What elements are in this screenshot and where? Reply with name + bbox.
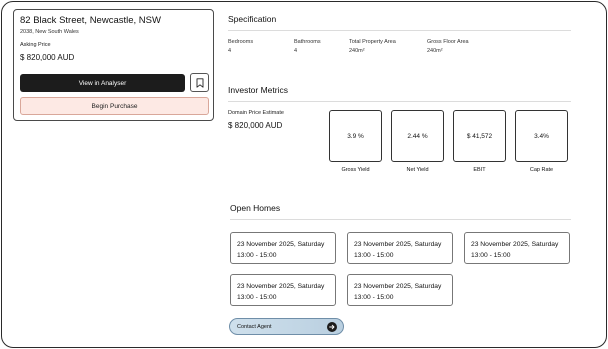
investor-metrics-title: Investor Metrics bbox=[228, 85, 288, 95]
spec-value-floor-area: 240m² bbox=[427, 48, 443, 54]
open-home-slot[interactable]: 23 November 2025, Saturday 13:00 - 15:00 bbox=[347, 274, 453, 306]
price-estimate-label: Domain Price Estimate bbox=[228, 110, 284, 116]
spec-label-total-area: Total Property Area bbox=[349, 39, 396, 45]
spec-value-total-area: 240m² bbox=[349, 48, 365, 54]
open-home-time: 13:00 - 15:00 bbox=[471, 252, 511, 259]
listing-suburb: 2038, New South Wales bbox=[20, 29, 79, 35]
spec-label-bedrooms: Bedrooms bbox=[228, 39, 254, 45]
listing-address: 82 Black Street, Newcastle, NSW bbox=[20, 15, 161, 26]
metric-ebit: $ 41,572 bbox=[453, 110, 506, 162]
open-home-date: 23 November 2025, Saturday bbox=[237, 283, 325, 290]
contact-agent-button[interactable]: Contact Agent bbox=[229, 318, 344, 335]
open-home-date: 23 November 2025, Saturday bbox=[237, 241, 325, 248]
open-home-time: 13:00 - 15:00 bbox=[354, 294, 394, 301]
open-home-slot[interactable]: 23 November 2025, Saturday 13:00 - 15:00 bbox=[230, 232, 336, 264]
open-home-time: 13:00 - 15:00 bbox=[237, 294, 277, 301]
metric-gross-yield: 3.9 % bbox=[329, 110, 382, 162]
investor-metrics-divider bbox=[228, 101, 571, 102]
metric-ebit-label: EBIT bbox=[473, 167, 486, 173]
spec-value-bathrooms: 4 bbox=[294, 48, 298, 54]
view-in-analyser-button[interactable]: View in Analyser bbox=[20, 74, 185, 92]
spec-label-bathrooms: Bathrooms bbox=[294, 39, 321, 45]
metric-net-yield: 2.44 % bbox=[391, 110, 444, 162]
listing-card: 82 Black Street, Newcastle, NSW 2038, Ne… bbox=[13, 9, 214, 121]
open-home-slot[interactable]: 23 November 2025, Saturday 13:00 - 15:00 bbox=[230, 274, 336, 306]
specification-title: Specification bbox=[228, 14, 277, 24]
bookmark-icon bbox=[196, 77, 203, 88]
metric-cap-rate: 3.4% bbox=[515, 110, 568, 162]
price-estimate-value: $ 820,000 AUD bbox=[228, 121, 283, 130]
metric-gross-yield-label: Gross Yield bbox=[341, 167, 370, 173]
open-home-slot[interactable]: 23 November 2025, Saturday 13:00 - 15:00 bbox=[464, 232, 570, 264]
open-home-date: 23 November 2025, Saturday bbox=[471, 241, 559, 248]
asking-price-value: $ 820,000 AUD bbox=[20, 53, 75, 62]
open-home-slot[interactable]: 23 November 2025, Saturday 13:00 - 15:00 bbox=[347, 232, 453, 264]
spec-label-floor-area: Gross Floor Area bbox=[427, 39, 469, 45]
specification-divider bbox=[228, 30, 571, 31]
open-home-date: 23 November 2025, Saturday bbox=[354, 283, 442, 290]
asking-price-label: Asking Price bbox=[20, 42, 51, 48]
metric-net-yield-label: Net Yield bbox=[406, 167, 429, 173]
spec-value-bedrooms: 4 bbox=[228, 48, 232, 54]
open-home-time: 13:00 - 15:00 bbox=[354, 252, 394, 259]
begin-purchase-button[interactable]: Begin Purchase bbox=[20, 97, 209, 115]
arrow-right-icon bbox=[327, 322, 337, 332]
contact-agent-label: Contact Agent bbox=[237, 323, 272, 330]
open-home-time: 13:00 - 15:00 bbox=[237, 252, 277, 259]
metric-cap-rate-label: Cap Rate bbox=[529, 167, 554, 173]
open-homes-divider bbox=[230, 219, 571, 220]
bookmark-button[interactable] bbox=[190, 73, 209, 92]
app-window: 82 Black Street, Newcastle, NSW 2038, Ne… bbox=[1, 1, 607, 348]
open-home-date: 23 November 2025, Saturday bbox=[354, 241, 442, 248]
open-homes-title: Open Homes bbox=[230, 203, 281, 213]
